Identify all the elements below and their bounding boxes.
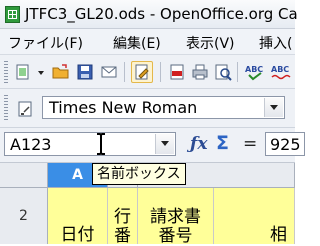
font-name-value: Times New Roman [49,98,198,117]
page-preview-icon[interactable] [214,63,232,81]
name-box-tooltip: 名前ボックス [92,163,186,185]
formula-input-value: 925 [270,135,301,154]
menu-bar: ファイル(F) 編集(E) 表示(V) 挿入( [0,29,295,55]
cell-invoice-line2: 番号 [158,226,193,246]
name-box[interactable]: A123 [4,132,176,156]
open-folder-icon[interactable] [52,63,70,81]
font-name-combobox[interactable]: Times New Roman [42,96,285,119]
email-icon[interactable] [100,63,118,81]
svg-text:ABC: ABC [271,65,289,74]
menu-view[interactable]: 表示(V) [186,33,235,53]
select-all-corner[interactable] [0,163,48,188]
name-box-value: A123 [10,135,52,154]
autospellcheck-icon[interactable]: ABC [270,63,292,81]
chevron-down-icon [161,141,169,146]
menu-file[interactable]: ファイル(F) [8,33,83,53]
new-dropdown-icon[interactable] [32,63,44,81]
title-bar: JTFC3_GL20.ods - OpenOffice.org Ca [0,0,298,29]
spellcheck-icon[interactable]: ABC [244,63,266,81]
export-pdf-icon[interactable] [168,63,186,81]
text-cursor-icon [97,133,105,155]
chevron-down-icon [270,105,278,110]
sum-icon[interactable]: Σ [216,132,229,154]
calc-app-icon [5,6,20,23]
function-button[interactable]: = [243,134,257,154]
cell-row-number-line2: 番 [114,226,131,246]
cell-date[interactable]: 日付 [48,188,108,245]
font-dropdown-button[interactable] [264,98,283,117]
window-title: JTFC3_GL20.ods - OpenOffice.org Ca [25,5,298,23]
cell-partner[interactable]: 相 [214,188,295,245]
toolbar-separator [237,62,238,82]
toolbar-grip[interactable] [4,61,8,83]
standard-toolbar: ABC ABC [0,55,295,89]
edit-file-icon[interactable] [131,61,153,83]
toolbar-separator [124,62,125,82]
toolbar-grip[interactable] [4,95,8,121]
print-icon[interactable] [191,63,209,81]
cell-invoice-number[interactable]: 請求書 番号 [138,188,214,246]
name-box-dropdown-button[interactable] [155,134,174,154]
function-wizard-icon[interactable]: ƒx [190,134,207,154]
toolbar-separator [160,62,161,82]
row-header-2[interactable]: 2 [0,188,48,244]
menu-insert[interactable]: 挿入( [259,33,292,53]
save-icon[interactable] [76,63,94,81]
formula-input[interactable]: 925 [265,132,305,156]
new-document-icon[interactable] [14,63,32,81]
cell-partner-text: 相 [270,225,287,245]
menu-edit[interactable]: 編集(E) [113,33,161,53]
styles-formatting-icon[interactable] [16,100,34,118]
cell-row-number[interactable]: 行 番 [108,188,138,246]
cell-date-text: 日付 [60,225,95,245]
